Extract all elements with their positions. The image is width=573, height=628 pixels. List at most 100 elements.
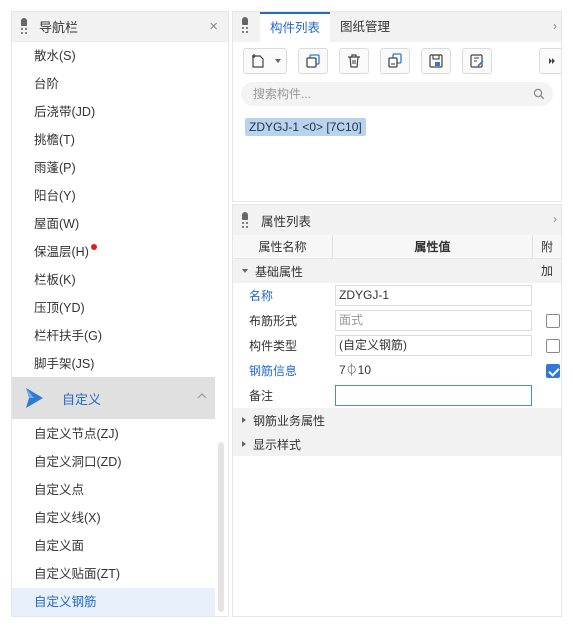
nav-item-houjiaodai[interactable]: 后浇带(JD) — [12, 98, 228, 126]
nav-sub-label: 自定义钢筋 — [34, 595, 97, 609]
property-value-input[interactable]: 7⏀10 — [335, 360, 532, 381]
search-box — [241, 82, 553, 106]
append-checkbox[interactable] — [546, 339, 560, 353]
nav-item-jiaoshoujia[interactable]: 脚手架(JS) — [12, 350, 228, 378]
pin-icon[interactable] — [240, 211, 250, 229]
property-value-input[interactable]: 面式 — [335, 310, 532, 331]
search-input[interactable] — [241, 82, 553, 106]
nav-sub-label: 自定义线(X) — [34, 511, 101, 525]
nav-sub-custom-rebar[interactable]: 自定义钢筋 — [12, 588, 215, 616]
nav-item-baowenceng[interactable]: 保温层(H) — [12, 238, 228, 266]
nav-item-sanshui[interactable]: 散水(S) — [12, 42, 228, 70]
nav-item-label: 屋面(W) — [34, 217, 80, 231]
triangle-right-icon — [242, 441, 246, 447]
property-name[interactable]: 名称 — [233, 287, 333, 304]
property-value-input[interactable]: ZDYGJ-1 — [335, 285, 532, 306]
nav-scrollbar[interactable] — [218, 442, 224, 612]
copy-icon — [306, 54, 320, 68]
group-label: 钢筋业务属性 — [253, 413, 326, 428]
append-checkbox[interactable] — [546, 314, 560, 328]
nav-sub-label: 自定义贴面(ZT) — [34, 567, 121, 581]
nav-item-label: 雨蓬(P) — [34, 161, 76, 175]
pin-icon[interactable] — [240, 17, 250, 42]
dropdown-caret-icon — [275, 59, 281, 63]
property-row-type: 构件类型 (自定义钢筋) — [233, 333, 561, 358]
navigation-panel: 导航栏 × 散水(S) 台阶 后浇带(JD) 挑檐(T) 雨蓬(P) 阳台(Y)… — [12, 12, 228, 616]
group-basic-properties[interactable]: 基础属性 — [233, 259, 561, 283]
property-name: 布筋形式 — [249, 314, 298, 328]
column-name: 属性名称 — [233, 235, 333, 258]
column-value: 属性值 — [333, 235, 533, 258]
nav-item-label: 后浇带(JD) — [34, 105, 96, 119]
nav-item-label: 保温层(H) — [34, 245, 89, 259]
edit-button[interactable] — [462, 48, 492, 74]
notification-dot — [90, 244, 97, 250]
save-template-button[interactable] — [421, 48, 451, 74]
tab-component-list[interactable]: 构件列表 — [260, 12, 331, 42]
append-checkbox-checked[interactable] — [546, 364, 560, 378]
group-label: 显示样式 — [253, 437, 302, 452]
nav-sub-custom-node[interactable]: 自定义节点(ZJ) — [12, 420, 215, 448]
double-chevron-right-icon — [549, 58, 555, 64]
nav-item-yupeng[interactable]: 雨蓬(P) — [12, 154, 228, 182]
pin-icon[interactable] — [19, 18, 29, 35]
nav-item-taijie[interactable]: 台阶 — [12, 70, 228, 98]
nav-sublist: 自定义节点(ZJ) 自定义洞口(ZD) 自定义点 自定义线(X) 自定义面 自定… — [12, 420, 215, 616]
more-tools-button[interactable] — [539, 48, 561, 74]
group-display-style[interactable]: 显示样式 — [233, 432, 561, 456]
nav-item-label: 散水(S) — [34, 49, 76, 63]
component-tabs: 构件列表 图纸管理 › — [233, 12, 561, 42]
copy-button[interactable] — [298, 48, 328, 74]
nav-item-label: 栏杆扶手(G) — [34, 329, 103, 343]
layer-copy-button[interactable] — [380, 48, 410, 74]
group-label: 基础属性 — [255, 264, 304, 279]
nav-sub-custom-line[interactable]: 自定义线(X) — [12, 504, 215, 532]
property-value-input[interactable]: (自定义钢筋) — [335, 335, 532, 356]
nav-header: 导航栏 × — [12, 12, 228, 42]
property-row-name: 名称 ZDYGJ-1 — [233, 283, 561, 308]
nav-item-lanban[interactable]: 栏板(K) — [12, 266, 228, 294]
edit-icon — [470, 54, 484, 68]
column-add: 附加 — [541, 240, 554, 278]
nav-item-yangtai[interactable]: 阳台(Y) — [12, 182, 228, 210]
new-component-button[interactable] — [243, 48, 287, 74]
nav-group-custom[interactable]: 自定义 — [12, 377, 215, 419]
chevron-right-icon[interactable]: › — [553, 19, 557, 33]
save-icon — [429, 54, 443, 68]
search-icon[interactable] — [533, 88, 545, 100]
nav-item-label: 阳台(Y) — [34, 189, 76, 203]
property-column-header: 属性名称 属性值 附加 — [233, 235, 561, 278]
nav-item-label: 栏板(K) — [34, 273, 76, 287]
nav-item-tiaoyan[interactable]: 挑檐(T) — [12, 126, 228, 154]
nav-sub-custom-face[interactable]: 自定义面 — [12, 532, 215, 560]
component-list-item[interactable]: ZDYGJ-1 <0> [7C10] — [245, 118, 366, 136]
nav-title: 导航栏 — [39, 20, 79, 35]
component-toolbar — [233, 42, 561, 80]
nav-item-wumian[interactable]: 屋面(W) — [12, 210, 228, 238]
nav-sub-custom-veneer[interactable]: 自定义贴面(ZT) — [12, 560, 215, 588]
tab-drawing-management[interactable]: 图纸管理 — [330, 12, 400, 42]
nav-group-label: 自定义 — [62, 391, 102, 407]
chevron-right-icon[interactable]: › — [553, 212, 557, 226]
property-name[interactable]: 钢筋信息 — [233, 362, 333, 379]
nav-sub-label: 自定义洞口(ZD) — [34, 455, 122, 469]
property-header: 属性列表 › — [233, 205, 561, 235]
nav-sub-custom-opening[interactable]: 自定义洞口(ZD) — [12, 448, 215, 476]
group-rebar-business-properties[interactable]: 钢筋业务属性 — [233, 408, 561, 432]
nav-item-label: 挑檐(T) — [34, 133, 75, 147]
nav-item-langanfushou[interactable]: 栏杆扶手(G) — [12, 322, 228, 350]
remark-input[interactable] — [335, 385, 532, 406]
chevron-up-icon[interactable] — [197, 391, 207, 401]
property-row-layout: 布筋形式 面式 — [233, 308, 561, 333]
delete-icon — [348, 54, 360, 68]
new-icon — [252, 54, 264, 68]
close-icon[interactable]: × — [209, 19, 218, 34]
nav-sub-label: 自定义面 — [34, 539, 85, 553]
nav-sub-label: 自定义节点(ZJ) — [34, 427, 119, 441]
nav-item-yading[interactable]: 压顶(YD) — [12, 294, 228, 322]
property-title: 属性列表 — [261, 214, 312, 229]
nav-sub-custom-point[interactable]: 自定义点 — [12, 476, 215, 504]
triangle-right-icon — [242, 417, 246, 423]
property-panel: 属性列表 › 属性名称 属性值 附加 基础属性 名称 ZDYGJ-1 布筋形式 … — [233, 205, 561, 616]
delete-button[interactable] — [339, 48, 369, 74]
